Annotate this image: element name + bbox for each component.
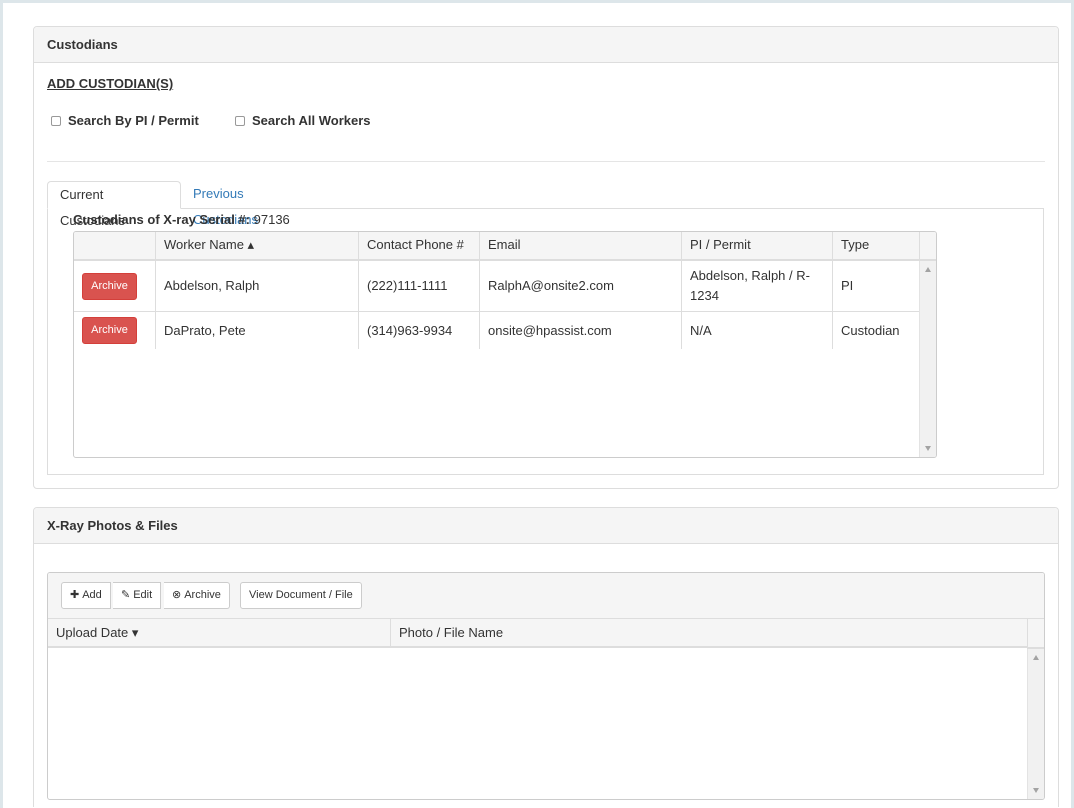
col-email[interactable]: Email: [479, 232, 681, 260]
col-actions: [74, 232, 155, 260]
files-scrollbar[interactable]: [1027, 649, 1044, 799]
archive-button[interactable]: Archive: [82, 317, 137, 344]
row-actions-cell: Archive: [74, 312, 155, 349]
grid-header: Worker Name ▴ Contact Phone # Email PI /…: [74, 232, 936, 261]
files-panel-title: X-Ray Photos & Files: [34, 508, 1058, 544]
search-all-workers-label: Search All Workers: [252, 113, 371, 128]
email-cell: RalphA@onsite2.com: [479, 261, 681, 311]
scroll-up-icon[interactable]: [1033, 655, 1039, 660]
scroll-down-icon[interactable]: [1033, 788, 1039, 793]
tab-content: Custodians of X-ray Serial #: 97136 Work…: [47, 208, 1044, 475]
plus-icon: ✚: [70, 589, 80, 601]
add-file-label: Add: [82, 589, 102, 601]
phone-cell: (314)963-9934: [358, 312, 479, 349]
col-worker-name[interactable]: Worker Name ▴: [155, 232, 358, 260]
files-toolbar: ✚ Add ✎ Edit ⊗ Archive View Document / F…: [48, 573, 1044, 619]
checkbox-icon[interactable]: [235, 115, 245, 126]
xray-files-panel: X-Ray Photos & Files ✚ Add ✎ Edit ⊗ Arch…: [33, 507, 1059, 807]
view-document-button[interactable]: View Document / File: [240, 582, 362, 609]
search-by-pi-permit-checkbox[interactable]: Search By PI / Permit: [51, 113, 199, 128]
row-actions-cell: Archive: [74, 261, 155, 311]
pencil-icon: ✎: [121, 589, 131, 601]
files-grid: ✚ Add ✎ Edit ⊗ Archive View Document / F…: [47, 572, 1045, 800]
col-upload-date[interactable]: Upload Date ▾: [48, 619, 390, 648]
edit-file-label: Edit: [133, 589, 153, 601]
col-type[interactable]: Type: [832, 232, 919, 260]
divider: [47, 161, 1045, 162]
col-pi-permit[interactable]: PI / Permit: [681, 232, 832, 260]
header-corner: [919, 232, 936, 260]
custodians-panel-title: Custodians: [34, 27, 1058, 63]
custodians-grid: Worker Name ▴ Contact Phone # Email PI /…: [73, 231, 937, 458]
col-contact-phone[interactable]: Contact Phone #: [358, 232, 479, 260]
circle-x-icon: ⊗: [172, 589, 182, 601]
phone-cell: (222)111-1111: [358, 261, 479, 311]
archive-file-label: Archive: [184, 589, 221, 601]
checkbox-icon[interactable]: [51, 115, 61, 126]
search-all-workers-checkbox[interactable]: Search All Workers: [235, 113, 371, 128]
worker-name-cell: DaPrato, Pete: [155, 312, 358, 349]
edit-file-button[interactable]: ✎ Edit: [113, 582, 162, 609]
type-cell: Custodian: [832, 312, 919, 349]
archive-button[interactable]: Archive: [82, 272, 137, 300]
search-by-pi-permit-label: Search By PI / Permit: [68, 113, 199, 128]
serial-value: 97136: [253, 212, 290, 227]
custodians-panel: Custodians ADD CUSTODIAN(S) Search By PI…: [33, 26, 1059, 489]
tab-current-custodians[interactable]: Current Custodians: [47, 181, 181, 228]
scroll-down-icon[interactable]: [925, 446, 931, 451]
col-photo-file-name[interactable]: Photo / File Name: [390, 619, 1028, 648]
archive-file-button[interactable]: ⊗ Archive: [164, 582, 230, 609]
scroll-up-icon[interactable]: [925, 267, 931, 272]
grid-scrollbar[interactable]: [919, 261, 936, 457]
header-corner: [1027, 619, 1044, 649]
permit-cell: N/A: [681, 312, 832, 349]
add-file-button[interactable]: ✚ Add: [61, 582, 111, 609]
worker-name-cell: Abdelson, Ralph: [155, 261, 358, 311]
permit-cell: Abdelson, Ralph / R-1234: [681, 261, 832, 311]
table-row[interactable]: Archive Abdelson, Ralph (222)111-1111 Ra…: [74, 261, 919, 312]
type-cell: PI: [832, 261, 919, 311]
email-cell: onsite@hpassist.com: [479, 312, 681, 349]
add-custodian-link[interactable]: ADD CUSTODIAN(S): [47, 76, 173, 91]
tab-previous-custodians[interactable]: Previous Custodians: [181, 181, 270, 227]
table-row[interactable]: Archive DaPrato, Pete (314)963-9934 onsi…: [74, 312, 919, 349]
